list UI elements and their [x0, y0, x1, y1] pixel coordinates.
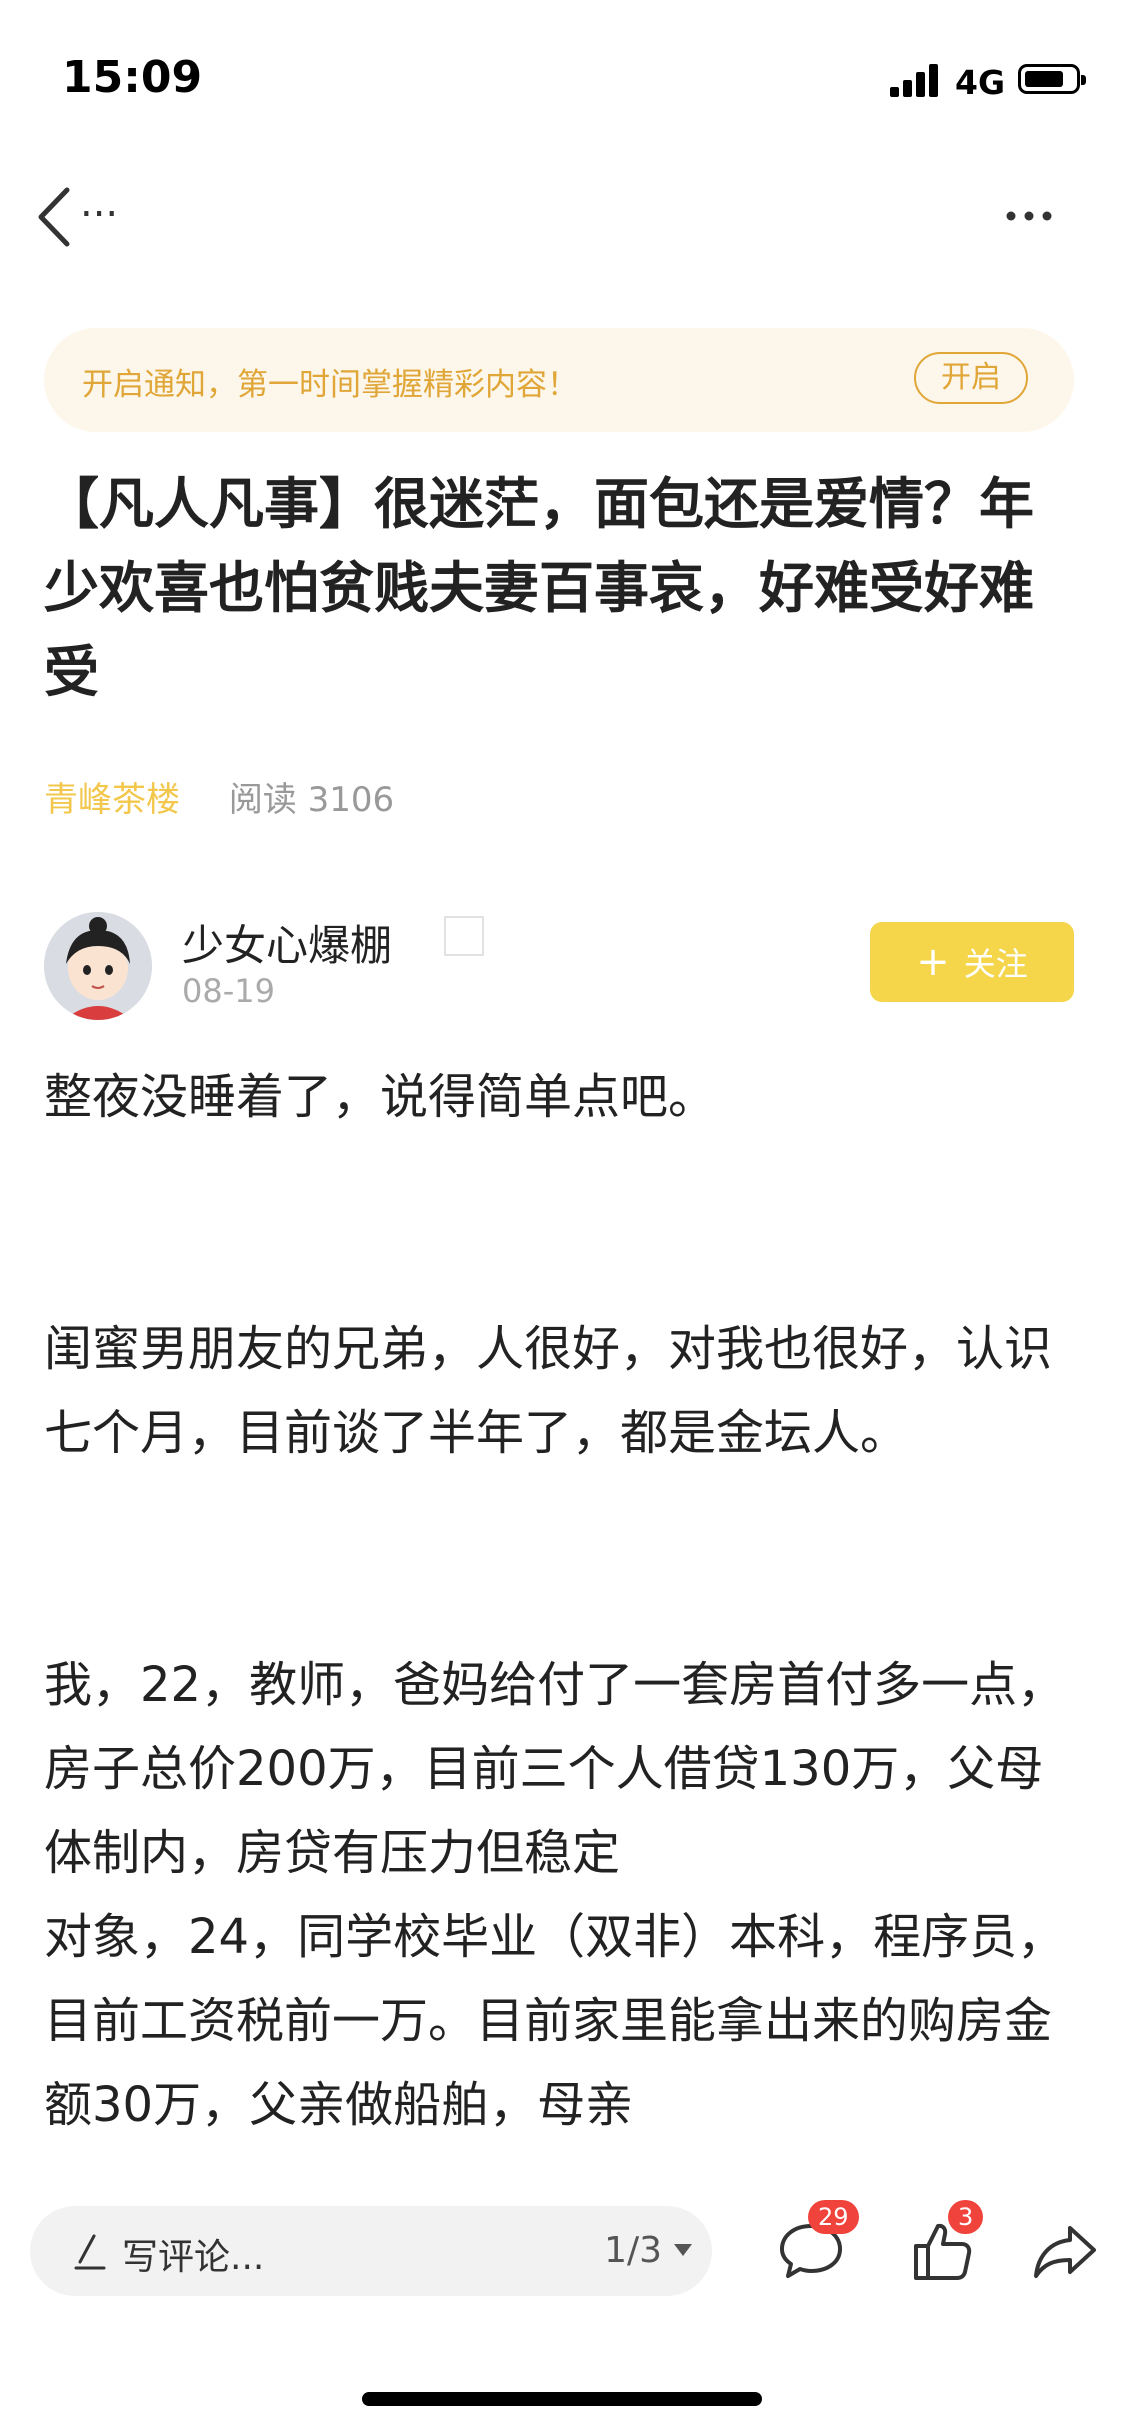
author-row: 少女心爆棚 08-19 + 关注: [44, 912, 1084, 1022]
author-name[interactable]: 少女心爆棚: [182, 912, 392, 973]
comment-count-badge: 29: [808, 2200, 859, 2234]
article-meta: 青峰茶楼 阅读 3106: [44, 772, 394, 821]
enable-notification-button[interactable]: 开启: [914, 352, 1028, 404]
caret-down-icon[interactable]: [674, 2244, 692, 2256]
avatar-image: [44, 912, 152, 1020]
nav-title-ellipsis: ...: [80, 180, 119, 226]
plus-icon: +: [916, 939, 950, 985]
page-indicator[interactable]: 1/3: [604, 2230, 662, 2271]
comment-placeholder: 写评论...: [122, 2237, 265, 2278]
article-title: 【凡人凡事】很迷茫，面包还是爱情？年少欢喜也怕贫贱夫妻百事哀，好难受好难受: [44, 472, 1035, 704]
pen-icon: [74, 2234, 106, 2270]
signal-icon: [890, 63, 940, 97]
like-count-badge: 3: [948, 2200, 984, 2234]
nav-bar: ...: [0, 160, 1125, 270]
read-count: 阅读 3106: [228, 780, 395, 820]
article-body: 整夜没睡着了，说得简单点吧。 闺蜜男朋友的兄弟，人很好，对我也很好，认识七个月，…: [44, 1055, 1084, 2173]
battery-icon: [1018, 64, 1086, 94]
status-time: 15:09: [62, 52, 203, 103]
back-icon[interactable]: [35, 182, 75, 252]
bottom-bar: 写评论... 1/3 29 3: [0, 2196, 1125, 2336]
article-paragraph: 我，22，教师，爸妈给付了一套房首付多一点，房子总价200万，目前三个人借贷13…: [44, 1657, 1066, 1881]
follow-button[interactable]: + 关注: [870, 922, 1074, 1002]
avatar[interactable]: [44, 912, 152, 1020]
follow-label: 关注: [963, 945, 1028, 983]
article-paragraph: 整夜没睡着了，说得简单点吧。: [44, 1069, 717, 1125]
more-options-icon[interactable]: [1005, 210, 1053, 222]
network-type: 4G: [955, 63, 1006, 102]
comment-input[interactable]: 写评论... 1/3: [30, 2206, 712, 2296]
status-bar: 15:09 4G: [0, 0, 1125, 150]
home-indicator: [362, 2392, 762, 2406]
notification-text: 开启通知，第一时间掌握精彩内容！: [82, 367, 578, 403]
article-paragraph: 闺蜜男朋友的兄弟，人很好，对我也很好，认识七个月，目前谈了半年了，都是金坛人。: [44, 1321, 1053, 1461]
article-paragraph: 对象，24，同学校毕业（双非）本科，程序员，目前工资税前一万。目前家里能拿出来的…: [44, 1909, 1066, 2133]
share-icon[interactable]: [1030, 2216, 1100, 2286]
article-source[interactable]: 青峰茶楼: [44, 780, 180, 820]
post-date: 08-19: [182, 972, 275, 1010]
notification-banner: 开启通知，第一时间掌握精彩内容！ 开启: [44, 328, 1074, 432]
author-badge-icon: [444, 916, 484, 956]
